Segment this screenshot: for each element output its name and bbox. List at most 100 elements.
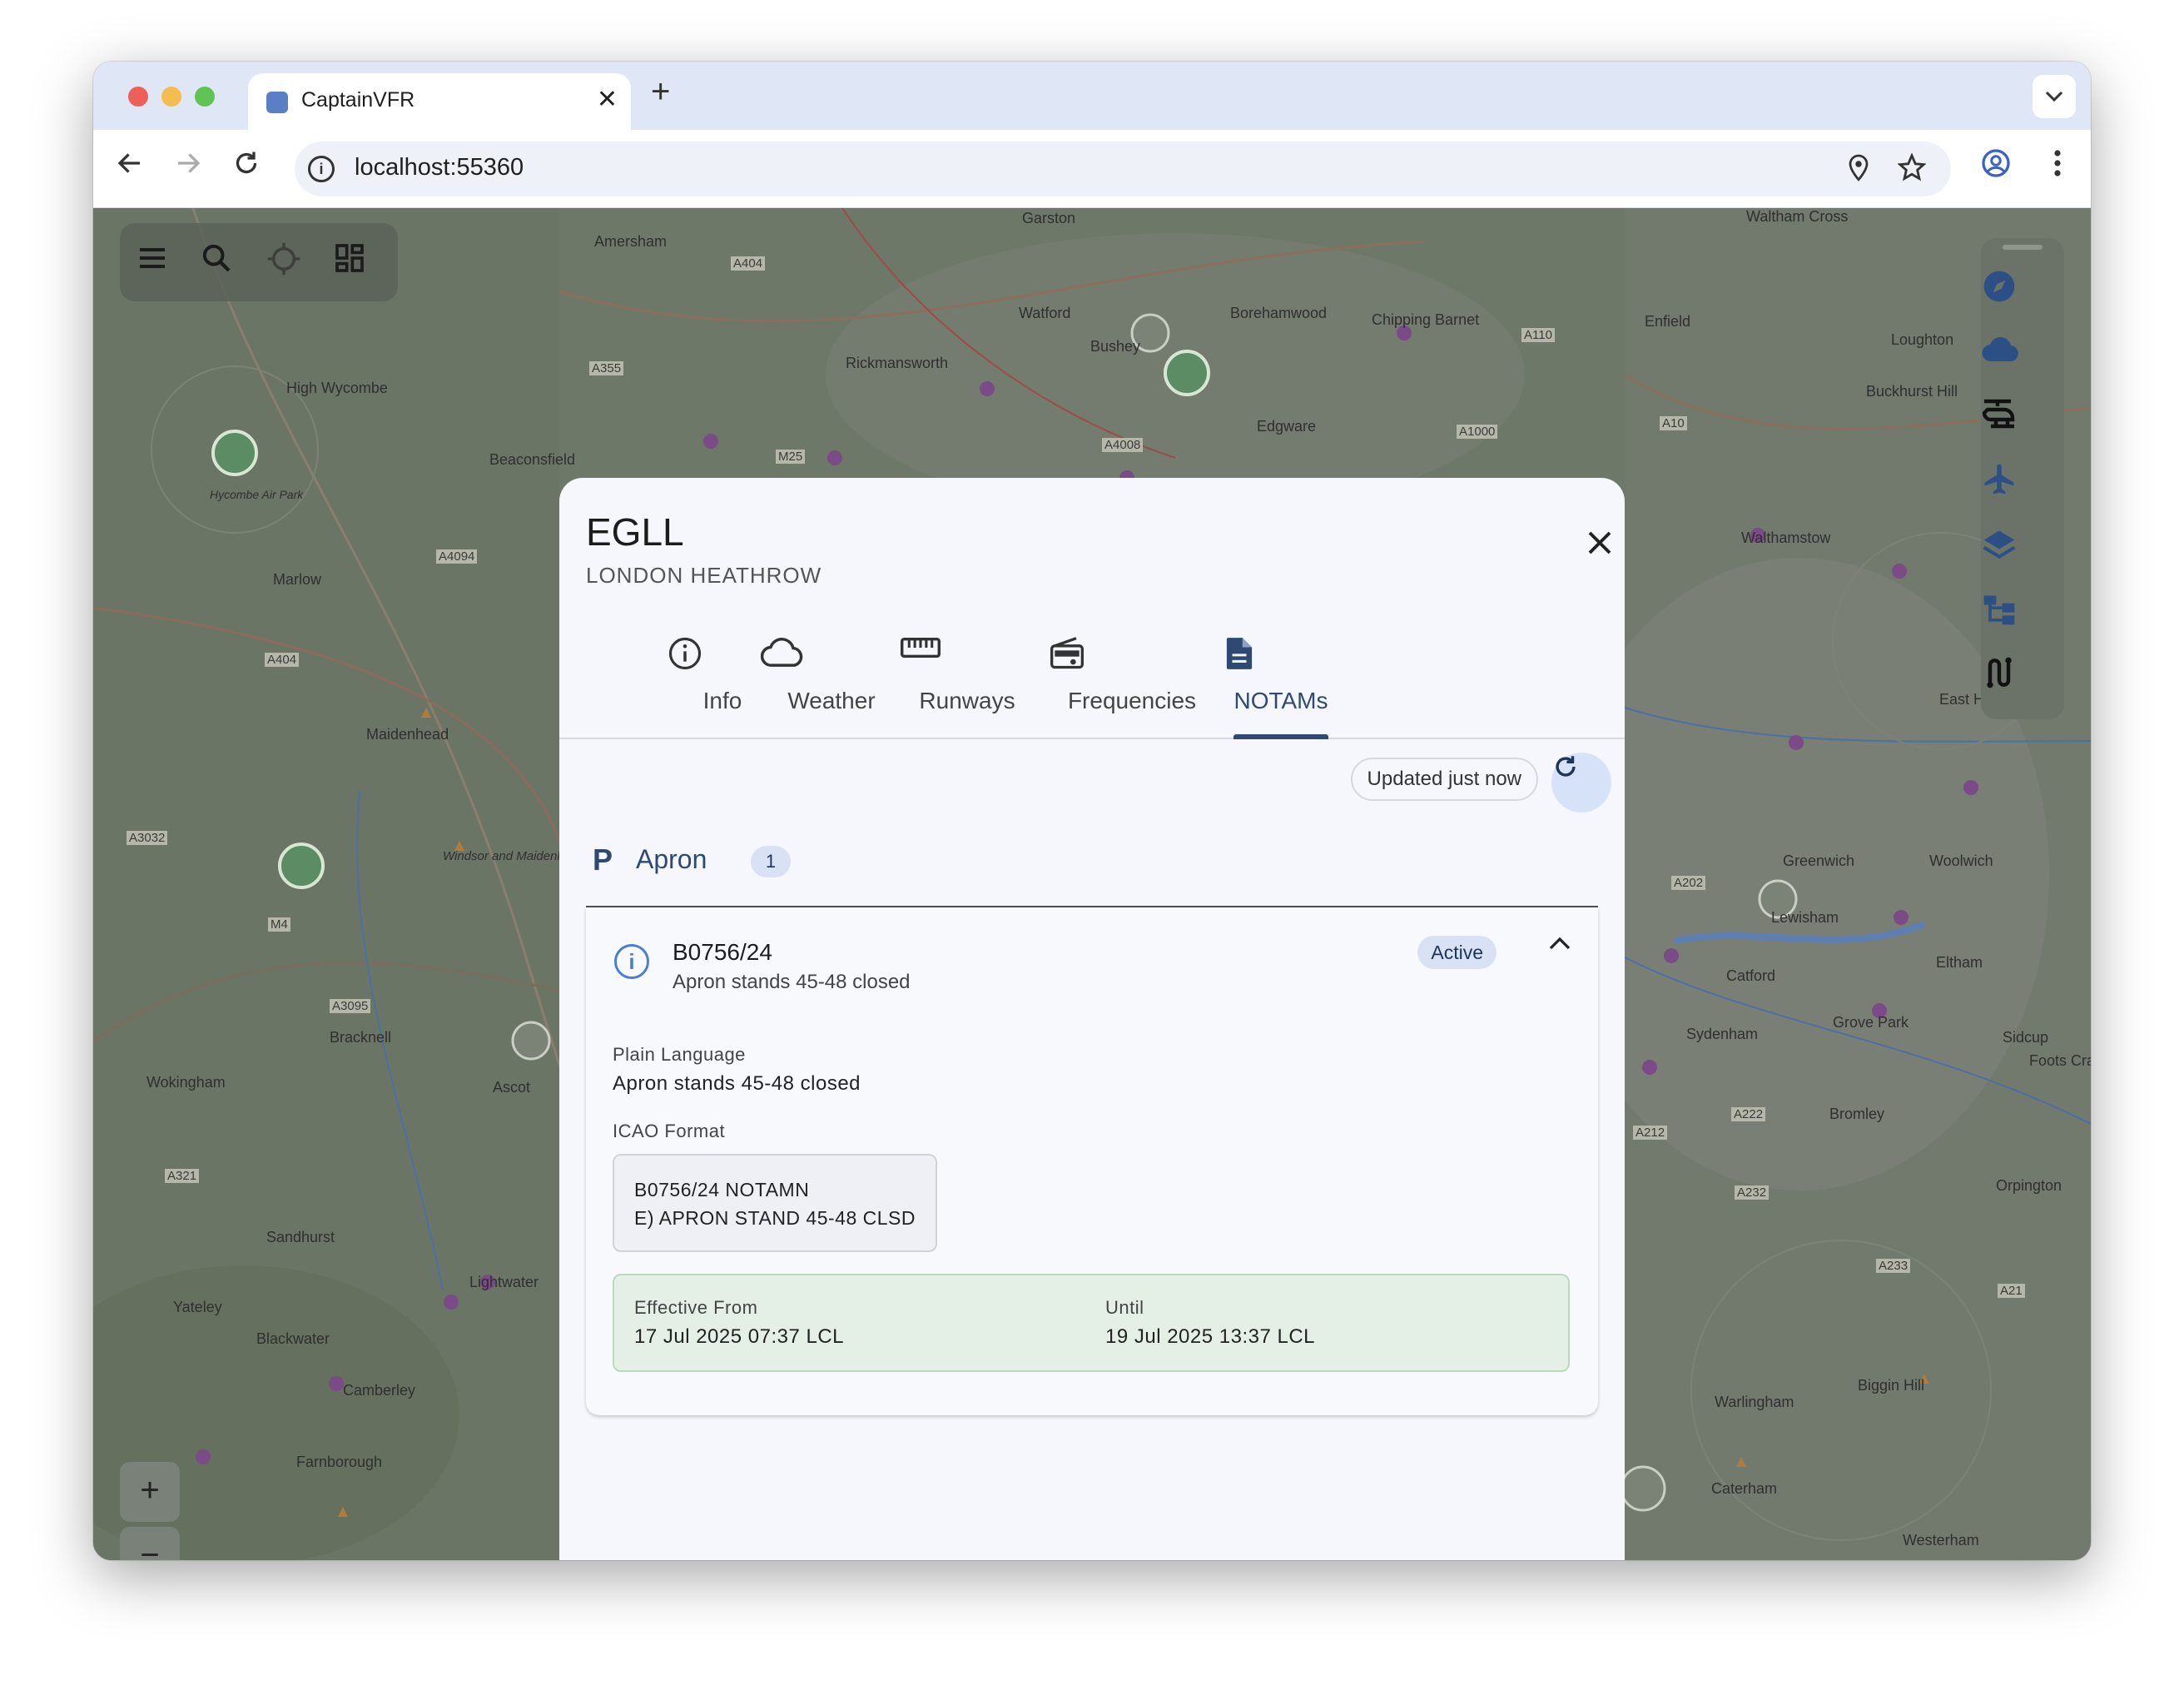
validity-box: Effective From 17 Jul 2025 07:37 LCL Unt… (613, 1274, 1570, 1372)
map-place: Yateley (173, 1299, 222, 1315)
map-place: Beaconsfield (489, 451, 576, 468)
forward-icon[interactable] (173, 148, 203, 186)
dialog-header: EGLL LONDON HEATHROW (559, 478, 1625, 618)
close-window-button[interactable] (128, 87, 148, 107)
road-label: A1000 (1457, 425, 1498, 439)
cloud-icon (761, 636, 902, 683)
map-place: Rickmansworth (846, 355, 949, 371)
map-place: Eltham (1936, 954, 1983, 971)
until-value: 19 Jul 2025 13:37 LCL (1105, 1325, 1316, 1348)
map-place: Bracknell (330, 1029, 392, 1046)
maximize-window-button[interactable] (195, 87, 215, 107)
map-place: Waltham Cross (1746, 208, 1849, 225)
refresh-icon (1556, 756, 1576, 777)
road-label: A232 (1735, 1185, 1770, 1200)
map-place: Westerham (1903, 1532, 1979, 1548)
map-place: Watford (1019, 305, 1071, 321)
tab-title: CaptainVFR (301, 88, 415, 112)
zoom-out-button[interactable]: − (120, 1527, 180, 1560)
tab-weather[interactable]: Weather (761, 636, 902, 714)
info-icon: i (614, 944, 649, 979)
plain-language-label: Plain Language (613, 1044, 746, 1065)
tab-notams[interactable]: NOTAMs (1225, 636, 1337, 714)
zoom-in-button[interactable]: + (120, 1462, 180, 1522)
site-info-icon[interactable]: i (308, 156, 335, 182)
tab-search-button[interactable] (2033, 75, 2076, 118)
dialog-tabs: Info Weather Runways Frequencies NOTAMs (559, 618, 1625, 739)
menu-dots-icon[interactable] (2052, 148, 2062, 186)
map-place: Garston (1022, 210, 1076, 226)
refresh-button[interactable] (1551, 753, 1611, 813)
updated-chip: Updated just now (1350, 758, 1538, 801)
reload-icon[interactable] (231, 148, 261, 186)
map-side-rail (1981, 238, 2064, 719)
document-icon (1225, 636, 1337, 683)
star-icon[interactable] (1897, 152, 1927, 188)
tab-frequencies[interactable]: Frequencies (1049, 636, 1215, 714)
map-place: Bromley (1829, 1106, 1885, 1122)
parking-icon: P (593, 842, 613, 877)
map-place: Blackwater (256, 1330, 330, 1347)
road-label: A355 (589, 361, 624, 375)
effective-from-value: 17 Jul 2025 07:37 LCL (634, 1325, 845, 1348)
map-place: Warlingham (1715, 1394, 1794, 1410)
icao-format-box: B0756/24 NOTAMN E) APRON STAND 45-48 CLS… (613, 1154, 937, 1252)
plain-language-value: Apron stands 45-48 closed (613, 1072, 861, 1095)
map-place: Sidcup (2003, 1029, 2049, 1046)
url-text[interactable]: localhost:55360 (355, 154, 524, 181)
map-place: Caterham (1711, 1480, 1778, 1497)
notam-card: i B0756/24 Apron stands 45-48 closed Act… (586, 907, 1598, 1415)
browser-toolbar: i localhost:55360 (93, 130, 2091, 208)
airport-dialog: EGLL LONDON HEATHROW Info Weather Runway… (559, 478, 1625, 1560)
map-place: Wokingham (146, 1074, 226, 1091)
notam-id[interactable]: B0756/24 (673, 939, 772, 966)
map-place: Woolwich (1929, 852, 1993, 869)
notam-group-count: 1 (751, 846, 791, 877)
map-view[interactable]: Amersham Garston Watford Borehamwood Chi… (93, 208, 2091, 1560)
road-label: A4008 (1102, 438, 1144, 452)
map-place: Walthamstow (1741, 529, 1831, 546)
road-label: A3095 (330, 999, 371, 1013)
address-bar[interactable]: i localhost:55360 (295, 142, 1951, 196)
road-label: A10 (1660, 416, 1687, 430)
map-place: Ascot (493, 1079, 531, 1096)
location-icon[interactable] (1846, 153, 1871, 190)
new-tab-button[interactable]: + (651, 73, 670, 111)
airport-name: LONDON HEATHROW (586, 563, 822, 588)
tab-runways[interactable]: Runways (901, 636, 1034, 714)
road-label: A202 (1671, 876, 1706, 890)
chevron-down-icon (2045, 91, 2063, 102)
map-place: Buckhurst Hill (1866, 383, 1958, 400)
map-place: Enfield (1645, 313, 1691, 330)
map-place: High Wycombe (286, 380, 388, 396)
map-place: Farnborough (296, 1454, 383, 1470)
map-place: Marlow (273, 571, 322, 588)
icao-format-label: ICAO Format (613, 1121, 726, 1141)
back-icon[interactable] (115, 148, 145, 186)
map-place: Sydenham (1686, 1026, 1759, 1042)
road-label: A321 (165, 1169, 200, 1183)
map-place: Amersham (594, 233, 668, 250)
minimize-window-button[interactable] (161, 87, 181, 107)
road-label: A222 (1731, 1107, 1766, 1121)
map-control-bar (120, 223, 398, 301)
radio-icon (1049, 636, 1215, 683)
map-place: Loughton (1891, 331, 1954, 348)
road-label: A110 (1521, 328, 1555, 342)
rail-drag-handle[interactable] (2003, 245, 2043, 250)
map-place: Catford (1726, 967, 1776, 984)
road-label: M25 (776, 450, 806, 464)
road-label: A404 (265, 653, 300, 667)
road-label: A233 (1876, 1259, 1911, 1273)
favicon-icon (266, 92, 288, 113)
effective-from-label: Effective From (634, 1297, 758, 1318)
ruler-icon (901, 636, 1034, 683)
browser-tab[interactable]: CaptainVFR ✕ (248, 73, 631, 130)
chevron-up-icon (1549, 937, 1571, 950)
profile-icon[interactable] (1981, 148, 2011, 186)
map-place: Chipping Barnet (1372, 311, 1480, 328)
tab-close-icon[interactable]: ✕ (597, 85, 618, 114)
map-place: Greenwich (1783, 852, 1855, 869)
map-place: Bushey (1090, 338, 1141, 355)
close-icon (1588, 531, 1611, 554)
